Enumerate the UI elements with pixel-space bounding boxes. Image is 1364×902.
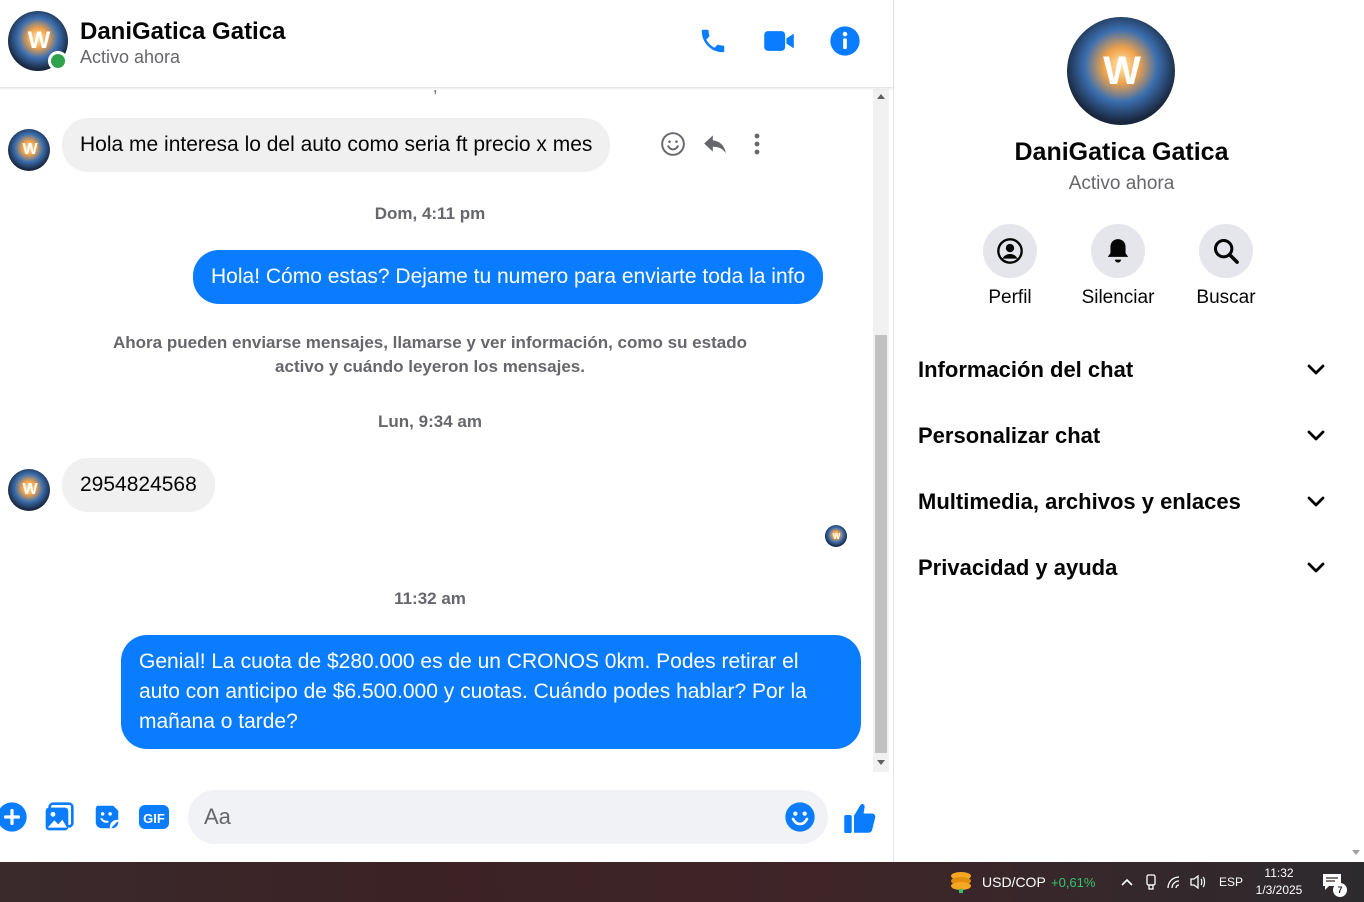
info-icon <box>830 26 860 56</box>
outgoing-message[interactable]: Genial! La cuota de $280.000 es de un CR… <box>121 635 861 749</box>
react-button[interactable] <box>658 129 688 159</box>
more-actions-button[interactable] <box>0 800 29 834</box>
outgoing-message[interactable]: Hola! Cómo estas? Dejame tu numero para … <box>193 250 824 304</box>
vertical-ellipsis-icon <box>754 133 760 155</box>
message-input[interactable] <box>204 790 764 844</box>
gif-icon: GIF <box>139 805 169 829</box>
app-window: W DaniGatica Gatica Activo ahora · , W H… <box>0 0 1364 902</box>
info-button[interactable] <box>828 24 862 58</box>
timestamp: Dom, 4:11 pm <box>374 204 486 223</box>
message-list[interactable]: · , W Hola me interesa lo del auto como … <box>0 89 873 772</box>
windows-taskbar: USD/COP +0,61% ESP 11:32 1/3/2025 7 <box>0 862 1364 902</box>
timestamp: 11:32 am <box>394 589 466 608</box>
search-button[interactable]: Buscar <box>1176 224 1276 309</box>
clock-date[interactable]: 1/3/2025 <box>1250 883 1308 897</box>
network-button[interactable] <box>1166 873 1184 891</box>
profile-name: DaniGatica Gatica <box>1014 138 1229 166</box>
currency-change: +0,61% <box>1051 875 1096 890</box>
profile-status: Activo ahora <box>1068 173 1175 194</box>
plus-circle-icon <box>0 802 27 832</box>
device-tray-button[interactable] <box>1142 873 1160 891</box>
details-panel: W DaniGatica Gatica Activo ahora Perfil … <box>893 0 1348 862</box>
section-chat-info[interactable]: Información del chat <box>918 350 1326 390</box>
incoming-message[interactable]: 2954824568 <box>62 458 215 512</box>
volume-button[interactable] <box>1189 873 1207 891</box>
call-button[interactable] <box>696 24 730 58</box>
chevron-down-icon <box>1307 430 1325 441</box>
sender-avatar[interactable]: W <box>8 469 50 511</box>
chat-header: W DaniGatica Gatica Activo ahora <box>0 0 893 88</box>
section-title: Personalizar chat <box>918 423 1101 448</box>
attach-image-button[interactable] <box>42 800 76 834</box>
video-camera-icon <box>764 31 794 51</box>
chat-column: W DaniGatica Gatica Activo ahora · , W H… <box>0 0 893 862</box>
speaker-icon <box>1190 874 1206 890</box>
send-like-button[interactable] <box>842 800 878 836</box>
scroll-up-arrow[interactable] <box>877 94 885 99</box>
section-customize-chat[interactable]: Personalizar chat <box>918 416 1326 456</box>
section-privacy-help[interactable]: Privacidad y ayuda <box>918 548 1326 588</box>
currency-pair[interactable]: USD/COP <box>982 874 1046 890</box>
phone-icon <box>701 29 725 53</box>
reply-icon <box>704 135 726 154</box>
chevron-down-icon <box>1307 496 1325 507</box>
wifi-icon <box>1167 876 1180 889</box>
search-icon <box>1213 238 1239 264</box>
smiley-icon <box>661 132 685 156</box>
mute-button[interactable]: Silenciar <box>1068 224 1168 309</box>
notification-count-badge: 7 <box>1333 883 1347 897</box>
system-notice: Ahora pueden enviarse mensajes, llamarse… <box>113 333 747 376</box>
avatar-logo: W <box>832 531 841 541</box>
sticker-icon <box>95 805 119 829</box>
chevron-up-icon <box>1121 878 1133 886</box>
search-label: Buscar <box>1196 287 1256 308</box>
emoji-button[interactable] <box>784 801 816 833</box>
message-input-box[interactable] <box>188 790 828 844</box>
scrollbar-thumb[interactable] <box>875 335 887 753</box>
sender-avatar[interactable]: W <box>8 129 50 171</box>
timestamp: Lun, 9:34 am <box>378 412 482 431</box>
currency-widget-icon[interactable] <box>948 870 974 894</box>
clock-time[interactable]: 11:32 <box>1255 866 1303 880</box>
sticker-button[interactable] <box>90 800 124 834</box>
scroll-down-arrow[interactable] <box>877 760 885 765</box>
gif-label: GIF <box>143 811 165 826</box>
composer: GIF <box>0 772 893 862</box>
more-options-button[interactable] <box>742 129 772 159</box>
mute-label: Silenciar <box>1081 287 1155 308</box>
gif-button[interactable]: GIF <box>137 800 171 834</box>
incoming-message[interactable]: Hola me interesa lo del auto como seria … <box>62 118 611 172</box>
reply-button[interactable] <box>700 129 730 159</box>
avatar-logo: W <box>22 141 37 158</box>
profile-icon <box>997 238 1023 264</box>
bell-icon <box>1107 239 1129 263</box>
panel-scroll-down-arrow[interactable] <box>1352 850 1360 855</box>
show-hidden-icons-button[interactable] <box>1118 873 1136 891</box>
chevron-down-icon <box>1307 364 1325 375</box>
seen-indicator-avatar: W <box>825 525 847 547</box>
section-title: Información del chat <box>918 357 1134 382</box>
thumbs-up-icon <box>844 804 876 833</box>
online-status-dot <box>48 51 68 71</box>
section-title: Multimedia, archivos y enlaces <box>918 489 1241 514</box>
profile-label: Perfil <box>988 287 1032 308</box>
avatar-logo: W <box>1103 48 1141 93</box>
profile-button[interactable]: Perfil <box>960 224 1060 309</box>
image-icon <box>45 802 74 831</box>
device-icon <box>1146 874 1156 890</box>
profile-avatar[interactable]: W <box>1067 17 1175 125</box>
input-language[interactable]: ESP <box>1219 875 1243 889</box>
section-title: Privacidad y ayuda <box>918 555 1118 580</box>
emoji-icon <box>785 802 815 832</box>
panel-scrollbar[interactable] <box>1348 0 1364 862</box>
contact-name[interactable]: DaniGatica Gatica <box>80 18 285 46</box>
coins-icon <box>951 872 971 893</box>
contact-status: Activo ahora <box>80 47 181 67</box>
avatar-logo: W <box>22 481 37 498</box>
partial-timestamp: · , <box>0 89 860 97</box>
section-media-files-links[interactable]: Multimedia, archivos y enlaces <box>918 482 1326 522</box>
video-call-button[interactable] <box>762 24 796 58</box>
chevron-down-icon <box>1307 562 1325 573</box>
